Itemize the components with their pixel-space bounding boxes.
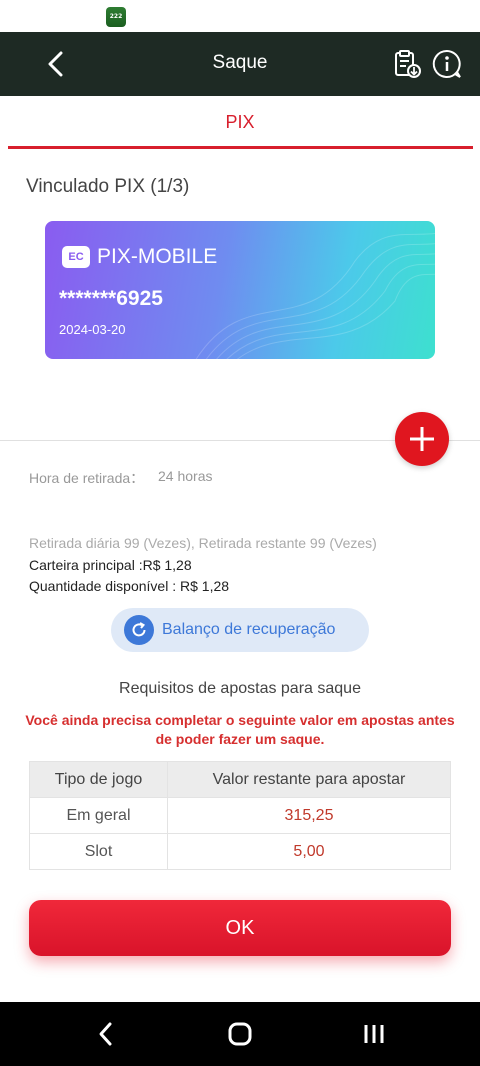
status-bar: 222 [0, 0, 480, 32]
header: Saque [0, 32, 480, 96]
recover-balance-button[interactable]: Balanço de recuperação [111, 608, 369, 652]
info-button[interactable] [428, 45, 466, 83]
remaining-value-cell: 315,25 [167, 797, 451, 834]
quantidade-info: Quantidade disponível : R$ 1,28 [29, 578, 230, 594]
carteira-info: Carteira principal :R$ 1,28 [29, 557, 192, 573]
nav-recents-icon [364, 1025, 384, 1043]
refresh-icon [124, 615, 154, 645]
nav-recents-button[interactable] [358, 1018, 390, 1050]
pix-logo-icon: EC [62, 246, 90, 268]
card-name: PIX-MOBILE [97, 245, 218, 268]
tab-active-indicator [8, 146, 473, 149]
plus-icon [410, 427, 434, 451]
tab-bar: PIX [0, 96, 480, 152]
card-number: *******6925 [59, 287, 163, 310]
column-header: Valor restante para apostar [167, 761, 451, 798]
recover-balance-label: Balanço de recuperação [162, 621, 336, 638]
app-logo-icon: 222 [106, 7, 126, 27]
clipboard-download-icon [395, 50, 421, 78]
nav-back-button[interactable] [90, 1018, 122, 1050]
card-date: 2024-03-20 [59, 322, 126, 337]
nav-back-icon [99, 1022, 112, 1046]
requirements-warning: Você ainda precisa completar o seguinte … [25, 712, 455, 747]
column-header: Tipo de jogo [29, 761, 168, 798]
nav-home-button[interactable] [224, 1018, 256, 1050]
table-header-row: Tipo de jogo Valor restante para apostar [29, 761, 451, 798]
tab-pix[interactable]: PIX [0, 112, 480, 133]
nav-home-icon [228, 1022, 252, 1046]
records-button[interactable] [388, 45, 426, 83]
ok-button[interactable]: OK [29, 900, 451, 956]
section-title: Vinculado PIX (1/3) [26, 176, 190, 197]
system-nav-bar [0, 1002, 480, 1066]
table-row: Em geral 315,25 [29, 797, 451, 834]
table-row: Slot 5,00 [29, 833, 451, 870]
hora-label: Hora de retirada： [29, 470, 145, 486]
hora-value: 24 horas [158, 468, 213, 484]
pix-card[interactable]: EC PIX-MOBILE *******6925 2024-03-20 [45, 221, 435, 359]
add-pix-button[interactable] [395, 412, 449, 466]
remaining-value-cell: 5,00 [167, 833, 451, 870]
retirada-info: Retirada diária 99 (Vezes), Retirada res… [29, 535, 377, 551]
info-bubble-icon [432, 49, 461, 78]
game-type-cell: Slot [29, 833, 168, 870]
game-type-cell: Em geral [29, 797, 168, 834]
requirements-title: Requisitos de apostas para saque [119, 680, 361, 697]
requirements-table: Tipo de jogo Valor restante para apostar… [29, 761, 451, 870]
